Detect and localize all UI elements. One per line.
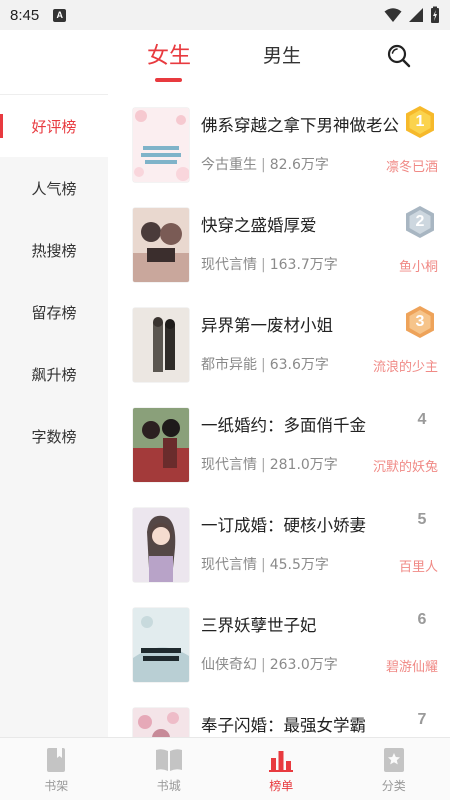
book-row[interactable]: 异界第一废材小姐 都市异能 | 63.6万字 流浪的少主 3 (108, 294, 450, 394)
book-meta: 现代言情 | 281.0万字 (201, 457, 338, 473)
book-meta: 现代言情 | 163.7万字 (201, 257, 338, 273)
nav-label: 书城 (156, 779, 181, 793)
top-header: 女生 男生 (0, 30, 450, 94)
status-bar: 8:45 A (0, 0, 450, 30)
book-meta: 今古重生 | 82.6万字 (201, 157, 329, 173)
book-author[interactable]: 凛冬已酒 (386, 156, 438, 175)
rank-number: 2 (415, 213, 425, 230)
book-row[interactable]: 三界妖孽世子妃 仙侠奇幻 | 263.0万字 碧游仙耀 6 (108, 594, 450, 694)
book-row[interactable]: 一订成婚：硬核小娇妻 现代言情 | 45.5万字 百里人 5 (108, 494, 450, 594)
rank-number: 7 (417, 711, 427, 728)
book-cover (133, 708, 189, 737)
book-author[interactable]: 百里人 (399, 556, 438, 575)
nav-label: 榜单 (269, 779, 294, 793)
rank-number: 5 (417, 511, 427, 528)
bar-chart-icon (269, 751, 294, 772)
ranking-sidebar: 好评榜 人气榜 热搜榜 留存榜 飙升榜 字数榜 (0, 94, 108, 737)
nav-label: 书架 (44, 779, 69, 793)
nav-rankings[interactable]: 榜单 (225, 738, 338, 800)
nav-label: 分类 (381, 779, 406, 793)
star-bookmark-icon (383, 748, 404, 772)
book-cover (133, 308, 189, 382)
book-cover (133, 608, 189, 682)
tab-female[interactable]: 女生 (147, 38, 191, 70)
book-ranking-list: 佛系穿越之拿下男神做老公 今古重生 | 82.6万字 凛冬已酒 1 快穿之盛婚厚爱 … (108, 94, 450, 737)
sidebar-item-word-count[interactable]: 字数榜 (0, 405, 108, 467)
nav-categories[interactable]: 分类 (338, 738, 450, 800)
sidebar-item-retention[interactable]: 留存榜 (0, 281, 108, 343)
bottom-navigation: 书架 书城 榜单 分类 (0, 737, 450, 800)
book-title[interactable]: 一纸婚约：多面俏千金 (201, 412, 406, 436)
sidebar-item-hot-search[interactable]: 热搜榜 (0, 219, 108, 281)
search-icon[interactable] (386, 43, 412, 69)
rank-number: 4 (417, 411, 427, 428)
book-cover (133, 408, 189, 482)
rank-number: 1 (415, 113, 425, 130)
battery-charging-icon (431, 6, 439, 23)
status-time: 8:45 (10, 6, 40, 24)
book-title[interactable]: 一订成婚：硬核小娇妻 (201, 512, 406, 536)
rank-number: 6 (417, 611, 427, 628)
book-author[interactable]: 流浪的少主 (373, 356, 438, 375)
notification-a-icon: A (53, 8, 67, 22)
book-row[interactable]: 快穿之盛婚厚爱 现代言情 | 163.7万字 鱼小桐 2 (108, 194, 450, 294)
book-title[interactable]: 快穿之盛婚厚爱 (201, 212, 406, 236)
book-author[interactable]: 鱼小桐 (399, 256, 438, 275)
sidebar-item-popularity[interactable]: 人气榜 (0, 157, 108, 219)
book-cover (133, 208, 189, 282)
book-title[interactable]: 奉子闪婚：最强女学霸 (201, 712, 406, 736)
book-meta: 仙侠奇幻 | 263.0万字 (201, 657, 338, 673)
cell-signal-icon (409, 8, 423, 22)
sidebar-item-rising[interactable]: 飙升榜 (0, 343, 108, 405)
book-cover (133, 108, 189, 182)
open-book-icon (155, 749, 182, 771)
sidebar-item-good-reviews[interactable]: 好评榜 (0, 95, 108, 157)
book-title[interactable]: 三界妖孽世子妃 (201, 612, 406, 636)
nav-bookshelf[interactable]: 书架 (0, 738, 113, 800)
rank-number: 3 (415, 313, 425, 330)
wifi-icon (384, 8, 402, 22)
book-cover (133, 508, 189, 582)
book-row[interactable]: 奉子闪婚：最强女学霸 7 (108, 694, 450, 737)
book-author[interactable]: 沉默的妖兔 (373, 456, 438, 475)
active-tab-indicator (155, 78, 182, 82)
book-meta: 现代言情 | 45.5万字 (201, 557, 329, 573)
book-title[interactable]: 佛系穿越之拿下男神做老公 (201, 112, 406, 136)
nav-bookstore[interactable]: 书城 (113, 738, 226, 800)
book-author[interactable]: 碧游仙耀 (386, 656, 438, 675)
tab-male[interactable]: 男生 (263, 41, 301, 68)
book-row[interactable]: 一纸婚约：多面俏千金 现代言情 | 281.0万字 沉默的妖兔 4 (108, 394, 450, 494)
bookshelf-icon (47, 748, 66, 772)
book-row[interactable]: 佛系穿越之拿下男神做老公 今古重生 | 82.6万字 凛冬已酒 1 (108, 94, 450, 194)
book-meta: 都市异能 | 63.6万字 (201, 357, 329, 373)
book-title[interactable]: 异界第一废材小姐 (201, 312, 406, 336)
